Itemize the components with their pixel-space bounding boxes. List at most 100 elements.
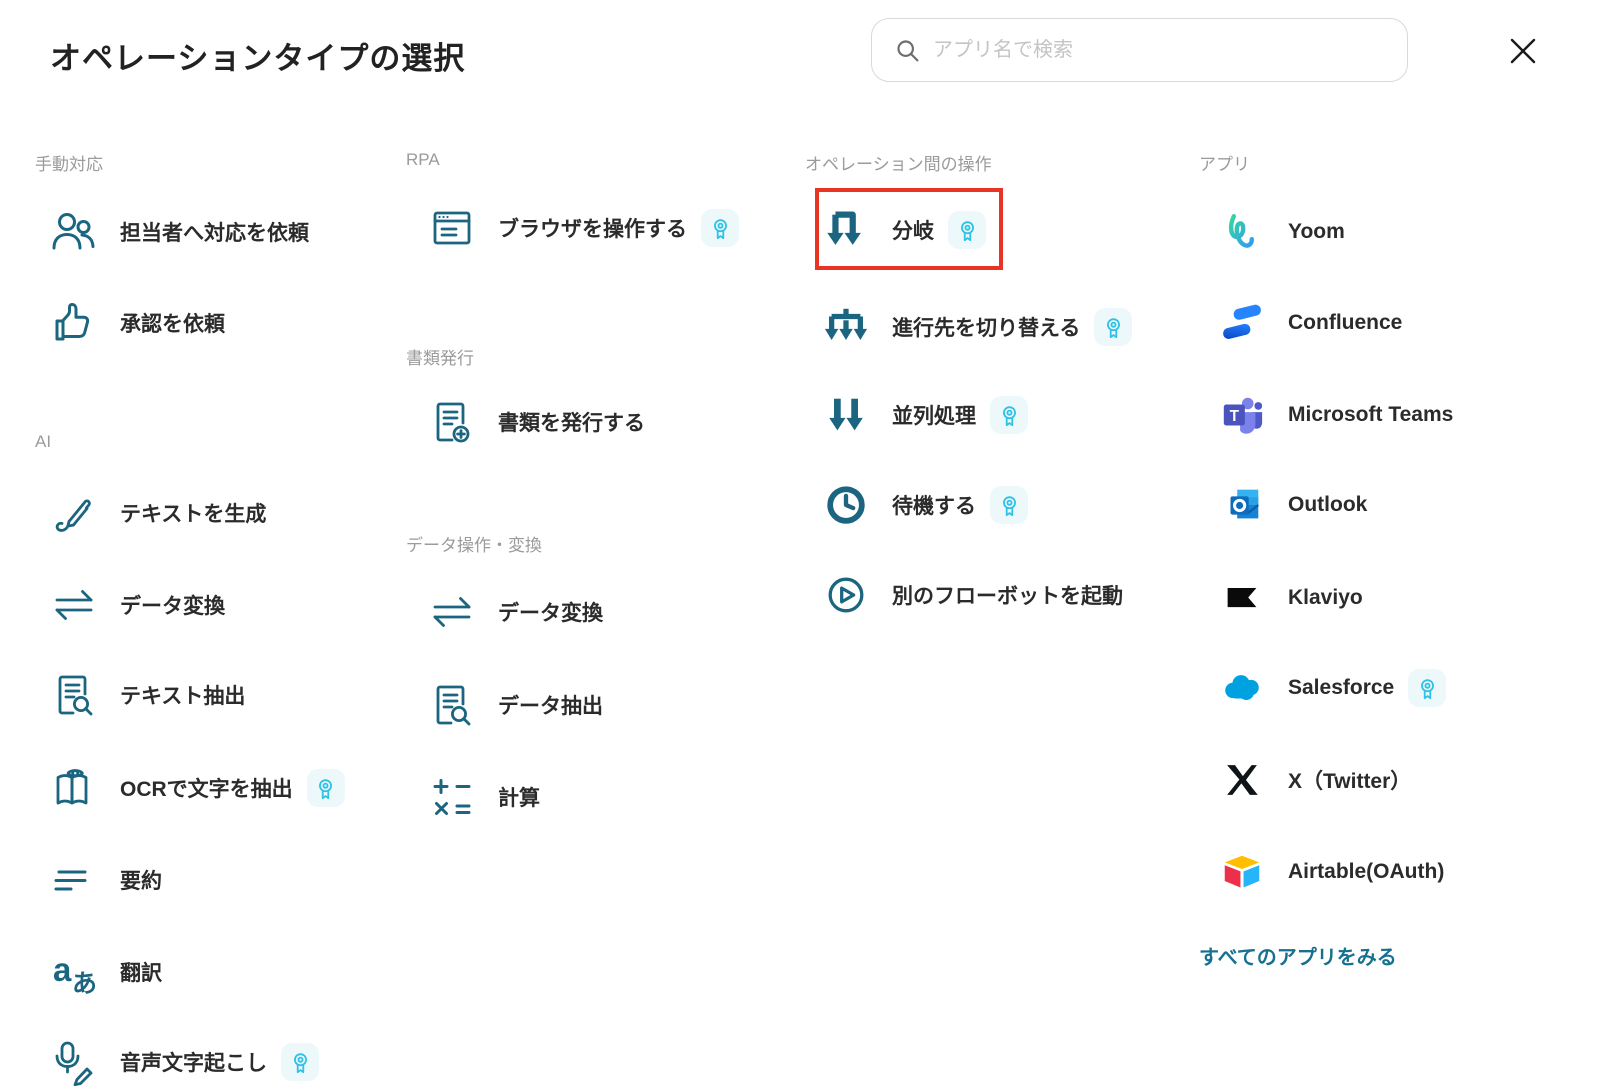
pen-squiggle-icon [50,489,98,537]
airtable-logo [1218,848,1266,896]
premium-badge [306,769,345,807]
op-item-label: データ抽出 [498,695,603,718]
op-item-data-extract[interactable]: データ抽出 [428,675,603,735]
app-item-label: X（Twitter） [1288,770,1412,793]
mic-pencil-icon [50,1038,98,1086]
op-item-label: OCRで文字を抽出 [120,778,293,801]
op-item-label: 音声文字起こし [120,1052,267,1075]
section-header-flowops: オペレーション間の操作 [805,155,992,174]
confluence-logo [1218,299,1266,347]
app-item-label: Confluence [1288,311,1403,334]
op-item-label: 待機する [892,495,976,518]
premium-badge [990,396,1028,434]
app-item-klaviyo[interactable]: Klaviyo [1218,568,1363,628]
op-item-request-approval[interactable]: 承認を依頼 [50,293,225,353]
op-item-launch-flowbot[interactable]: 別のフローボットを起動 [822,565,1123,625]
swap-arrows-icon [428,588,476,636]
op-item-parallel[interactable]: 並列処理 [822,385,1028,445]
premium-badge [701,209,739,247]
app-item-x-twitter[interactable]: X（Twitter） [1218,750,1411,810]
op-item-label: 進行先を切り替える [892,317,1081,340]
app-item-label: Microsoft Teams [1288,403,1454,426]
op-item-branch[interactable]: 分岐 [822,200,986,260]
op-item-label: テキスト抽出 [120,685,246,708]
op-item-label: 分岐 [892,220,934,243]
calculator-icon [428,773,476,821]
op-item-label: 要約 [120,870,162,893]
app-item-label: Outlook [1288,493,1368,516]
app-item-label: Airtable(OAuth) [1288,860,1445,883]
play-circle-icon [822,571,870,619]
swap-arrows-icon [50,581,98,629]
op-item-label: ブラウザを操作する [498,218,687,241]
op-item-wait[interactable]: 待機する [822,475,1028,535]
app-item-microsoft-teams[interactable]: T Microsoft Teams [1218,385,1453,445]
premium-badge [948,211,986,249]
section-header-apps: アプリ [1199,155,1250,174]
op-item-operate-browser[interactable]: ブラウザを操作する [428,198,739,258]
parallel-arrows-icon [822,391,870,439]
op-item-label: データ変換 [120,595,225,618]
close-icon [1508,36,1538,66]
x-logo [1218,756,1266,804]
op-item-label: データ変換 [498,602,603,625]
op-item-data-convert[interactable]: データ変換 [428,582,603,642]
section-header-docs: 書類発行 [406,349,474,368]
app-item-airtable[interactable]: Airtable(OAuth) [1218,842,1444,902]
outlook-logo [1218,481,1266,529]
svg-text:a: a [53,951,72,988]
document-search-icon [428,681,476,729]
op-item-issue-document[interactable]: 書類を発行する [428,392,645,452]
document-search-icon [50,671,98,719]
app-item-label: Yoom [1288,220,1345,243]
salesforce-logo [1218,664,1266,712]
close-button[interactable] [1504,32,1542,70]
thumbs-up-icon [50,299,98,347]
clock-icon [822,481,870,529]
book-eye-icon [50,764,98,812]
see-all-apps-link[interactable]: すべてのアプリをみる [1199,941,1397,970]
app-item-outlook[interactable]: Outlook [1218,475,1367,535]
branch-icon [822,206,870,254]
section-header-dataops: データ操作・変換 [406,536,542,555]
operation-type-modal: { "modal": { "title": "オペレーションタイプの選択", "… [0,0,1600,1088]
page-title: オペレーションタイプの選択 [50,41,466,76]
op-item-translate[interactable]: a あ 翻訳 [50,942,162,1002]
op-item-label: 並列処理 [892,405,976,428]
op-item-speech-to-text[interactable]: 音声文字起こし [50,1032,319,1092]
op-item-label: 計算 [498,787,540,810]
svg-text:あ: あ [72,970,97,996]
op-item-text-extract[interactable]: テキスト抽出 [50,665,245,725]
op-item-label: 別のフローボットを起動 [892,585,1123,608]
section-header-ai: AI [35,432,52,451]
section-header-rpa: RPA [406,150,440,169]
op-item-request-staff[interactable]: 担当者へ対応を依頼 [50,202,309,262]
search-icon [894,37,921,64]
op-item-label: テキストを生成 [120,503,267,526]
op-item-data-convert-ai[interactable]: データ変換 [50,575,225,635]
premium-badge [281,1043,319,1081]
premium-badge [1408,669,1447,707]
browser-icon [428,204,476,252]
premium-badge [990,486,1028,524]
document-plus-icon [428,398,476,446]
section-header-manual: 手動対応 [35,155,103,174]
op-item-label: 書類を発行する [498,412,645,435]
app-item-confluence[interactable]: Confluence [1218,293,1402,353]
premium-badge [1094,308,1133,346]
op-item-generate-text[interactable]: テキストを生成 [50,483,266,543]
teams-logo: T [1218,391,1266,439]
search-box[interactable] [871,18,1408,82]
app-item-salesforce[interactable]: Salesforce [1218,658,1447,718]
search-input[interactable] [933,38,1385,62]
app-item-label: Klaviyo [1288,586,1363,609]
app-item-label: Salesforce [1288,676,1395,699]
app-item-yoom[interactable]: Yoom [1218,202,1345,262]
people-icon [50,208,98,256]
op-item-ocr[interactable]: OCRで文字を抽出 [50,758,345,818]
op-item-switch-route[interactable]: 進行先を切り替える [822,297,1133,357]
klaviyo-logo [1218,574,1266,622]
op-item-summarize[interactable]: 要約 [50,850,162,910]
op-item-calculate[interactable]: 計算 [428,767,540,827]
switch-branch-icon [822,303,870,351]
